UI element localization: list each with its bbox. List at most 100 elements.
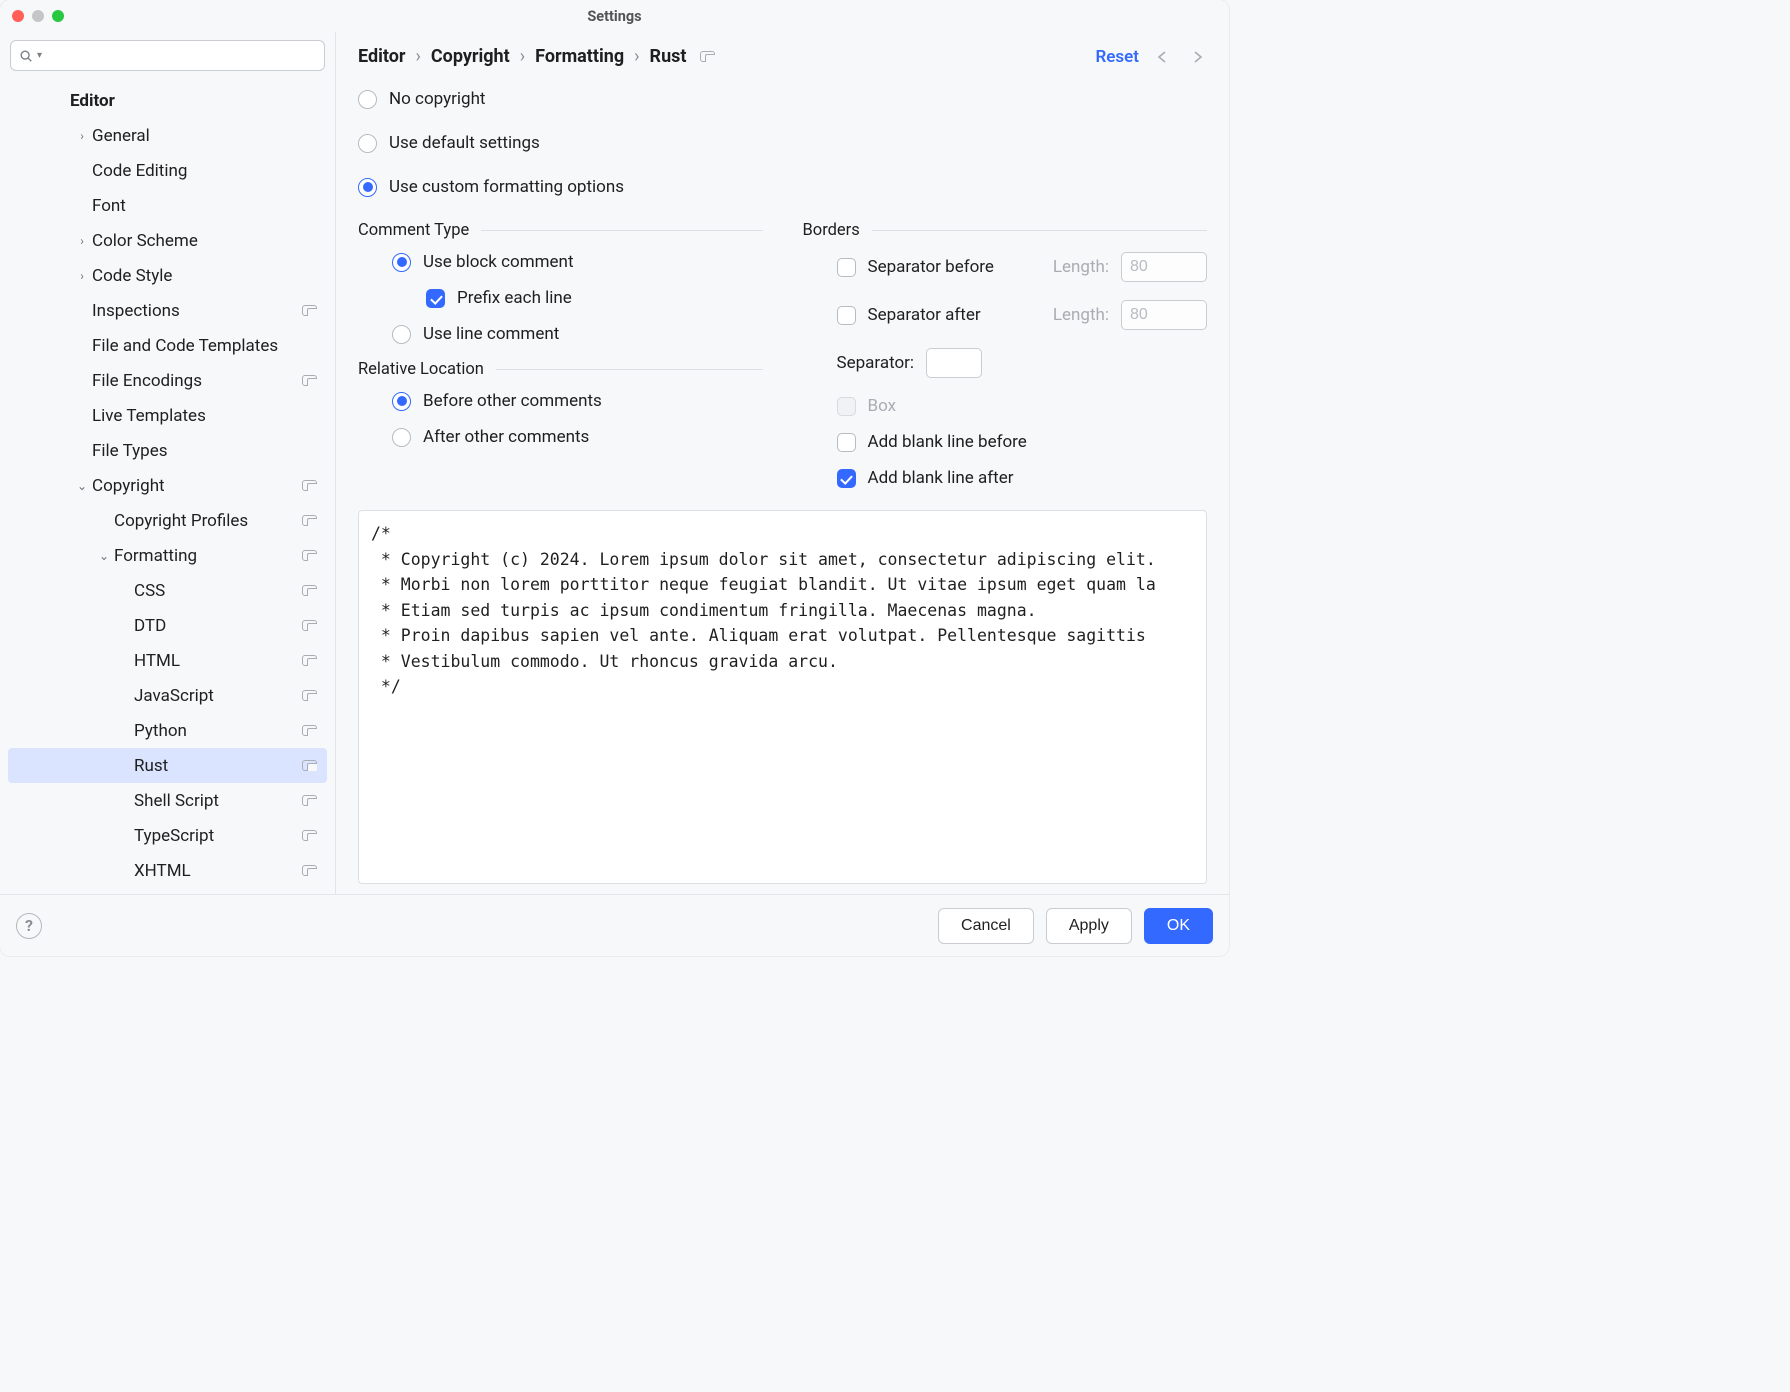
checkbox-label: Separator before <box>868 257 994 277</box>
close-icon[interactable] <box>12 10 24 22</box>
tree-item-inspections[interactable]: Inspections <box>8 293 327 328</box>
checkbox-icon <box>837 397 856 416</box>
group-legend: Comment Type <box>358 221 469 240</box>
tree-item-label: TypeScript <box>134 826 296 846</box>
scope-icon <box>302 375 317 386</box>
tree-item-general[interactable]: ›General <box>8 118 327 153</box>
tree-item-formatting[interactable]: ⌄Formatting <box>8 538 327 573</box>
tree-item-xhtml[interactable]: XHTML <box>8 853 327 886</box>
radio-after-other-comments[interactable]: After other comments <box>392 427 763 447</box>
titlebar: Settings <box>0 0 1229 32</box>
radio-use-default[interactable]: Use default settings <box>358 133 1207 153</box>
reset-button[interactable]: Reset <box>1095 47 1139 67</box>
scope-icon <box>302 515 317 526</box>
checkbox-blank-line-after[interactable]: Add blank line after <box>837 468 1208 488</box>
breadcrumb-item[interactable]: Rust <box>650 46 687 67</box>
tree-item-label: DTD <box>134 616 296 636</box>
tree-item-code-editing[interactable]: Code Editing <box>8 153 327 188</box>
radio-label: No copyright <box>389 89 486 109</box>
checkbox-prefix-each-line[interactable]: Prefix each line <box>426 288 763 308</box>
tree-item-editor[interactable]: Editor <box>8 83 327 118</box>
checkbox-blank-line-before[interactable]: Add blank line before <box>837 432 1208 452</box>
tree-item-copyright-profiles[interactable]: Copyright Profiles <box>8 503 327 538</box>
settings-tree[interactable]: Editor›GeneralCode EditingFont›Color Sch… <box>8 79 327 886</box>
settings-window: Settings ▾ Editor ›GeneralCode EditingFon… <box>0 0 1229 956</box>
scope-icon <box>302 795 317 806</box>
radio-use-custom[interactable]: Use custom formatting options <box>358 177 1207 197</box>
radio-icon <box>392 253 411 272</box>
tree-item-dtd[interactable]: DTD <box>8 608 327 643</box>
radio-label: Use default settings <box>389 133 540 153</box>
scope-icon <box>302 830 317 841</box>
separator-char-input[interactable] <box>926 348 982 378</box>
help-icon[interactable]: ? <box>16 913 42 939</box>
checkbox-label: Add blank line after <box>868 468 1014 488</box>
chevron-right-icon: › <box>634 46 639 67</box>
search-history-caret-icon[interactable]: ▾ <box>37 50 42 61</box>
tree-item-label: File and Code Templates <box>92 336 317 356</box>
cancel-button[interactable]: Cancel <box>938 908 1034 944</box>
tree-item-color-scheme[interactable]: ›Color Scheme <box>8 223 327 258</box>
tree-item-html[interactable]: HTML <box>8 643 327 678</box>
tree-item-file-encodings[interactable]: File Encodings <box>8 363 327 398</box>
back-arrow-icon[interactable] <box>1153 47 1173 67</box>
tree-item-code-style[interactable]: ›Code Style <box>8 258 327 293</box>
search-input[interactable] <box>48 46 316 65</box>
tree-item-live-templates[interactable]: Live Templates <box>8 398 327 433</box>
tree-item-copyright[interactable]: ⌄Copyright <box>8 468 327 503</box>
length-before-input[interactable] <box>1121 252 1207 282</box>
radio-before-other-comments[interactable]: Before other comments <box>392 391 763 411</box>
options-columns: Comment Type Use block comment <box>358 213 1207 504</box>
tree-item-typescript[interactable]: TypeScript <box>8 818 327 853</box>
chevron-right-icon[interactable]: › <box>74 269 90 283</box>
tree-item-rust[interactable]: Rust <box>8 748 327 783</box>
separator-label: Separator: <box>837 353 915 373</box>
main-header: Editor›Copyright›Formatting›Rust Reset <box>358 46 1207 67</box>
group-legend: Borders <box>803 221 860 240</box>
breadcrumb-item[interactable]: Editor <box>358 46 405 67</box>
radio-icon <box>358 178 377 197</box>
tree-item-shell-script[interactable]: Shell Script <box>8 783 327 818</box>
tree-item-label: Formatting <box>114 546 296 566</box>
tree-item-label: CSS <box>134 581 296 601</box>
checkbox-label: Box <box>868 396 897 416</box>
ok-button[interactable]: OK <box>1144 908 1213 944</box>
chevron-down-icon[interactable]: ⌄ <box>74 479 90 493</box>
radio-use-line-comment[interactable]: Use line comment <box>392 324 763 344</box>
checkbox-separator-before[interactable]: Separator before <box>837 257 994 277</box>
apply-button[interactable]: Apply <box>1046 908 1132 944</box>
zoom-icon[interactable] <box>52 10 64 22</box>
chevron-right-icon[interactable]: › <box>74 234 90 248</box>
tree-item-css[interactable]: CSS <box>8 573 327 608</box>
tree-item-label: Python <box>134 721 296 741</box>
tree-item-font[interactable]: Font <box>8 188 327 223</box>
tree-item-file-types[interactable]: File Types <box>8 433 327 468</box>
search-input-wrapper[interactable]: ▾ <box>10 40 325 71</box>
tree-item-python[interactable]: Python <box>8 713 327 748</box>
breadcrumb-item[interactable]: Formatting <box>535 46 624 67</box>
tree-item-file-and-code-templates[interactable]: File and Code Templates <box>8 328 327 363</box>
chevron-down-icon[interactable]: ⌄ <box>96 549 112 563</box>
tree-item-javascript[interactable]: JavaScript <box>8 678 327 713</box>
tree-item-label: Editor <box>70 91 317 111</box>
tree-item-label: Code Style <box>92 266 317 286</box>
minimize-icon[interactable] <box>32 10 44 22</box>
checkbox-icon <box>837 469 856 488</box>
preview-pane: /* * Copyright (c) 2024. Lorem ipsum dol… <box>358 510 1207 884</box>
scope-icon <box>302 690 317 701</box>
scope-icon <box>302 725 317 736</box>
chevron-right-icon[interactable]: › <box>74 129 90 143</box>
radio-label: After other comments <box>423 427 589 447</box>
length-after-input[interactable] <box>1121 300 1207 330</box>
scope-icon <box>302 865 317 876</box>
radio-use-block-comment[interactable]: Use block comment <box>392 252 763 272</box>
forward-arrow-icon[interactable] <box>1187 47 1207 67</box>
tree-item-label: Copyright <box>92 476 296 496</box>
radio-label: Before other comments <box>423 391 602 411</box>
tree-item-label: Color Scheme <box>92 231 317 251</box>
checkbox-separator-after[interactable]: Separator after <box>837 305 981 325</box>
scope-icon <box>302 480 317 491</box>
radio-no-copyright[interactable]: No copyright <box>358 89 1207 109</box>
breadcrumb-item[interactable]: Copyright <box>431 46 510 67</box>
tree-item-label: Inspections <box>92 301 296 321</box>
